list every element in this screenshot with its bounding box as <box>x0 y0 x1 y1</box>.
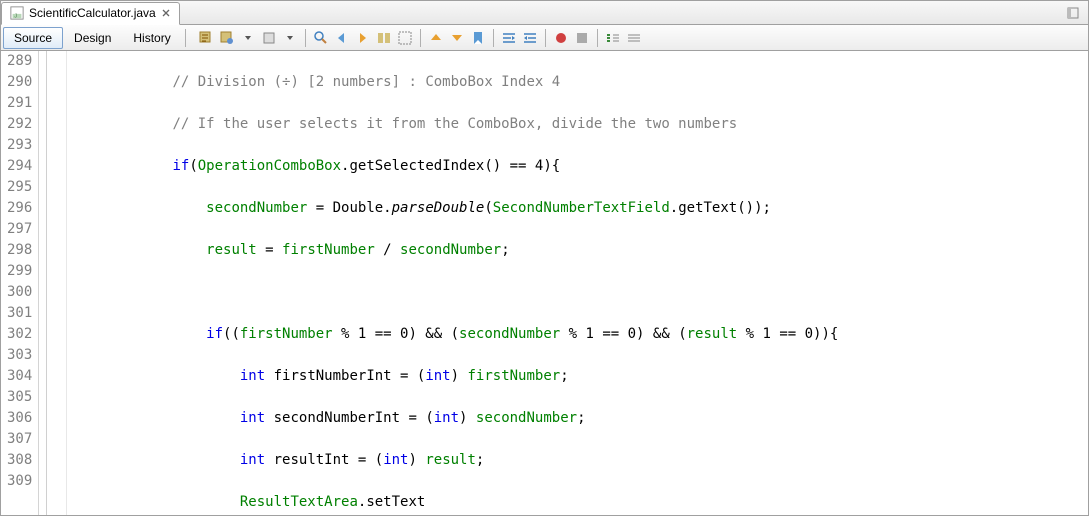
nav-forward-icon[interactable] <box>354 29 372 47</box>
nav-down-icon[interactable] <box>448 29 466 47</box>
editor-toolbar <box>189 29 643 47</box>
svg-text:J: J <box>14 13 17 19</box>
tab-source[interactable]: Source <box>3 27 63 49</box>
nav-up-icon[interactable] <box>427 29 445 47</box>
indent-left-icon[interactable] <box>500 29 518 47</box>
uncomment-icon[interactable] <box>625 29 643 47</box>
view-tab-bar: Source Design History <box>1 25 1088 51</box>
indent-right-icon[interactable] <box>521 29 539 47</box>
record-icon[interactable] <box>552 29 570 47</box>
code-area[interactable]: // Division (÷) [2 numbers] : ComboBox I… <box>67 51 1088 515</box>
file-tab[interactable]: J ScientificCalculator.java <box>1 2 180 25</box>
find-icon[interactable] <box>312 29 330 47</box>
toolbar-btn-4[interactable] <box>375 29 393 47</box>
sidebar-toggle-icon[interactable] <box>1066 5 1082 21</box>
toolbar-btn-dropdown-2[interactable] <box>281 29 299 47</box>
comment-icon[interactable] <box>604 29 622 47</box>
close-icon[interactable] <box>161 8 171 18</box>
file-tab-label: ScientificCalculator.java <box>29 6 156 20</box>
line-number-gutter: 289 290 291 292 293 294 295 296 297 298 … <box>1 51 39 515</box>
nav-back-icon[interactable] <box>333 29 351 47</box>
select-icon[interactable] <box>396 29 414 47</box>
code-editor[interactable]: 289 290 291 292 293 294 295 296 297 298 … <box>1 51 1088 515</box>
toolbar-btn-3[interactable] <box>260 29 278 47</box>
tab-history[interactable]: History <box>122 27 181 49</box>
ide-window: J ScientificCalculator.java Source Desig… <box>0 0 1089 516</box>
bookmark-icon[interactable] <box>469 29 487 47</box>
toolbar-btn-2[interactable] <box>218 29 236 47</box>
stop-icon[interactable] <box>573 29 591 47</box>
toolbar-btn-dropdown[interactable] <box>239 29 257 47</box>
tab-design[interactable]: Design <box>63 27 122 49</box>
fold-column <box>39 51 67 515</box>
toolbar-btn-1[interactable] <box>197 29 215 47</box>
file-tab-bar: J ScientificCalculator.java <box>1 1 1088 25</box>
java-file-icon: J <box>10 6 24 20</box>
